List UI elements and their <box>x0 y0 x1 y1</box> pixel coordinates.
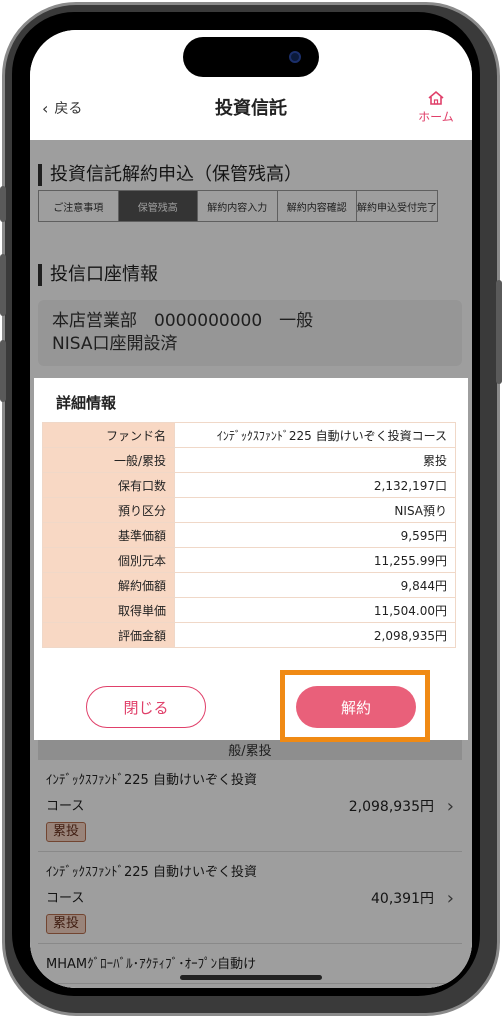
detail-row: 取得単価 11,504.00円 <box>42 597 456 623</box>
detail-label: 個別元本 <box>42 547 175 573</box>
detail-row: 基準価額 9,595円 <box>42 522 456 548</box>
detail-value: 9,595円 <box>174 522 456 548</box>
power-button <box>496 280 502 384</box>
dynamic-island <box>183 37 319 77</box>
modal-title: 詳細情報 <box>56 394 117 412</box>
detail-value: 11,504.00円 <box>174 597 456 623</box>
detail-row: 個別元本 11,255.99円 <box>42 547 456 573</box>
home-label: ホーム <box>418 110 454 124</box>
detail-row: 一般/累投 累投 <box>42 447 456 473</box>
detail-table: ファンド名 ｲﾝﾃﾞｯｸｽﾌｧﾝﾄﾞ225 自動けいぞく投資コース 一般/累投 累投保… <box>42 422 456 648</box>
detail-label: 保有口数 <box>42 472 175 498</box>
home-indicator <box>180 975 322 980</box>
detail-value: 9,844円 <box>174 572 456 598</box>
detail-value: 2,132,197口 <box>174 472 456 498</box>
detail-row: 保有口数 2,132,197口 <box>42 472 456 498</box>
detail-value: 2,098,935円 <box>174 622 456 648</box>
detail-label: 基準価額 <box>42 522 175 548</box>
detail-value: 累投 <box>174 447 456 473</box>
detail-label: 預り区分 <box>42 497 175 523</box>
camera-icon <box>289 51 301 63</box>
home-icon <box>428 90 444 105</box>
detail-value: 11,255.99円 <box>174 547 456 573</box>
home-button[interactable]: ホーム <box>414 90 458 125</box>
detail-row: ファンド名 ｲﾝﾃﾞｯｸｽﾌｧﾝﾄﾞ225 自動けいぞく投資コース <box>42 422 456 448</box>
detail-label: 一般/累投 <box>42 447 175 473</box>
detail-modal: 詳細情報 ファンド名 ｲﾝﾃﾞｯｸｽﾌｧﾝﾄﾞ225 自動けいぞく投資コース 一般/… <box>34 378 468 742</box>
detail-row: 評価金額 2,098,935円 <box>42 622 456 648</box>
detail-label: 解約価額 <box>42 572 175 598</box>
detail-value: NISA預り <box>174 497 456 523</box>
detail-row: 解約価額 9,844円 <box>42 572 456 598</box>
detail-label: ファンド名 <box>42 422 175 448</box>
volume-down-button <box>0 340 6 402</box>
detail-row: 預り区分 NISA預り <box>42 497 456 523</box>
highlight-box <box>280 670 430 742</box>
detail-label: 取得単価 <box>42 597 175 623</box>
screen: ‹ 戻る 投資信託 ホーム 投資信託解約申込（保管残高） ご注意事項 保管残高 … <box>30 30 472 988</box>
page-title: 投資信託 <box>215 98 287 119</box>
close-button[interactable]: 閉じる <box>86 686 206 728</box>
detail-value: ｲﾝﾃﾞｯｸｽﾌｧﾝﾄﾞ225 自動けいぞく投資コース <box>174 422 456 448</box>
detail-label: 評価金額 <box>42 622 175 648</box>
mute-switch <box>0 186 6 222</box>
volume-up-button <box>0 254 6 316</box>
